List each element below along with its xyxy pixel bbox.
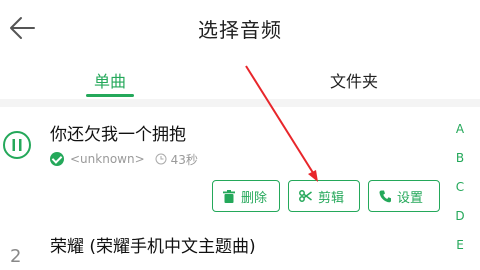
delete-button[interactable]: 删除: [212, 180, 280, 212]
song-item[interactable]: 2 荣耀 (荣耀手机中文主题曲): [0, 222, 450, 270]
set-label: 设置: [397, 190, 424, 206]
song-actions: 删除 剪辑 设置: [212, 180, 440, 212]
clock-icon: [155, 153, 167, 165]
page-title: 选择音频: [198, 18, 282, 42]
song-title: 荣耀 (荣耀手机中文主题曲): [50, 237, 256, 257]
index-letter[interactable]: B: [450, 151, 470, 180]
pause-icon[interactable]: [2, 130, 32, 160]
scissors-icon: [299, 190, 312, 202]
index-letter[interactable]: A: [450, 122, 470, 151]
tab-songs[interactable]: 单曲: [50, 68, 170, 92]
tab-bar: 单曲 文件夹: [0, 58, 480, 100]
check-icon: [50, 152, 64, 166]
app-header: 选择音频: [0, 0, 480, 56]
song-item[interactable]: 你还欠我一个拥抱 <unknown> 43秒 删除 剪辑 设置: [0, 108, 450, 220]
active-tab-indicator: [86, 94, 134, 97]
trim-button[interactable]: 剪辑: [288, 180, 360, 212]
index-letter[interactable]: D: [450, 209, 470, 238]
song-artist: <unknown>: [70, 152, 145, 166]
alphabet-index[interactable]: A B C D E: [450, 122, 470, 267]
song-meta: <unknown> 43秒: [50, 150, 198, 168]
phone-icon: [379, 190, 391, 202]
song-index: 2: [10, 246, 22, 267]
set-button[interactable]: 设置: [368, 180, 440, 212]
delete-label: 删除: [241, 190, 268, 206]
index-letter[interactable]: E: [450, 238, 470, 267]
trash-icon: [223, 189, 235, 203]
index-letter[interactable]: C: [450, 180, 470, 209]
trim-label: 剪辑: [318, 190, 345, 206]
section-divider: [0, 99, 480, 107]
song-title: 你还欠我一个拥抱: [50, 125, 186, 145]
tab-folders[interactable]: 文件夹: [294, 68, 414, 92]
song-duration: 43秒: [170, 152, 198, 167]
